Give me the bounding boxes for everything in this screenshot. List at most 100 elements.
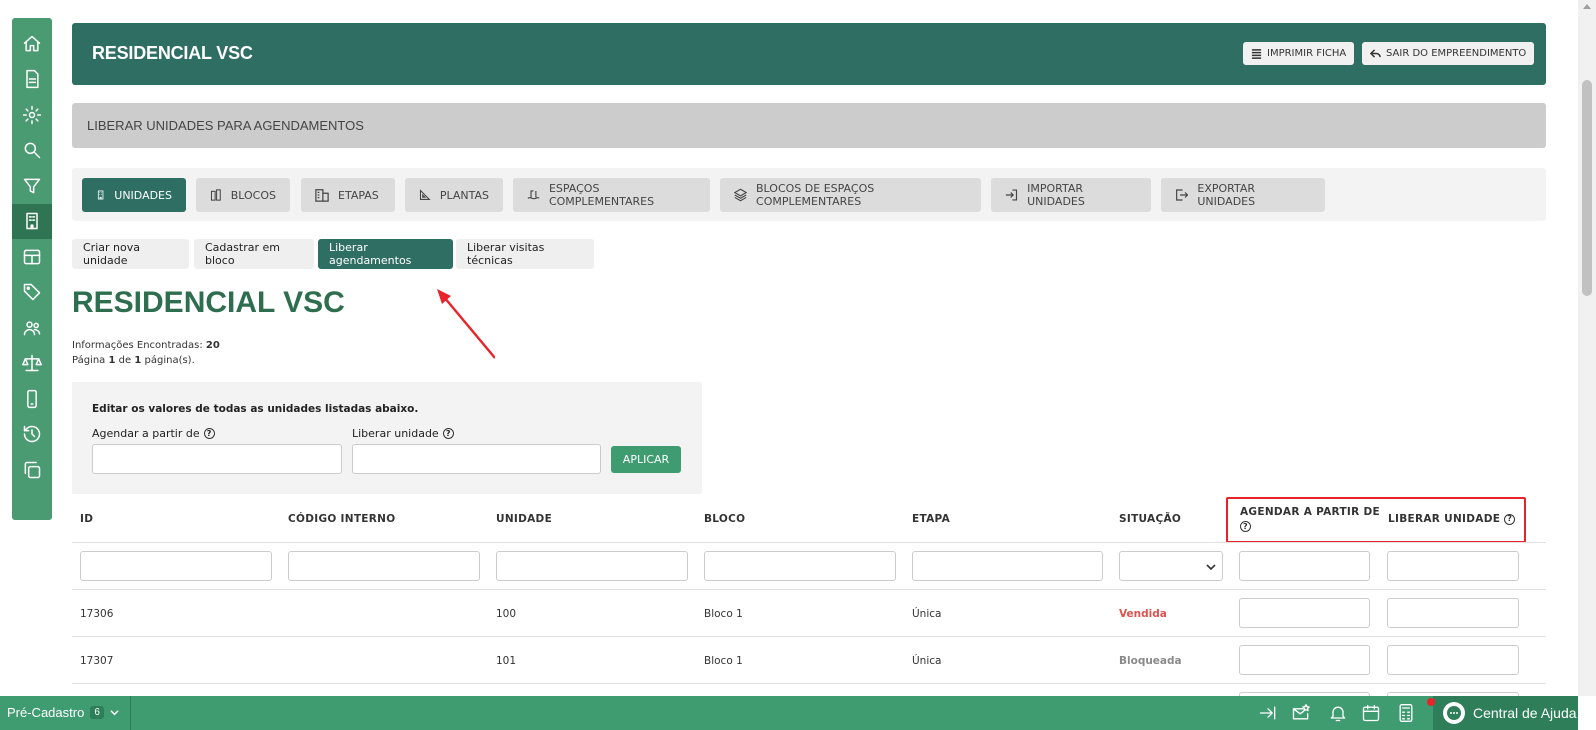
scale-icon[interactable] bbox=[12, 346, 52, 382]
section-title: LIBERAR UNIDADES PARA AGENDAMENTOS bbox=[87, 118, 364, 133]
bulk-edit-panel: Editar os valores de todas as unidades l… bbox=[72, 382, 702, 494]
home-icon[interactable] bbox=[12, 26, 52, 62]
scroll-up-icon[interactable] bbox=[1583, 4, 1591, 9]
filter-situacao-select[interactable] bbox=[1119, 551, 1223, 581]
tab-exportar-unidades[interactable]: EXPORTAR UNIDADES bbox=[1161, 178, 1325, 212]
history-icon[interactable] bbox=[12, 417, 52, 453]
page-title: RESIDENCIAL VSC bbox=[72, 286, 345, 319]
col-header-bloco: BLOCO bbox=[704, 513, 746, 525]
subtab-liberar-visitas-tecnicas[interactable]: Liberar visitas técnicas bbox=[456, 239, 594, 269]
tab-blocos-espacos-complementares[interactable]: BLOCOS DE ESPAÇOS COMPLEMENTARES bbox=[720, 178, 981, 212]
export-icon bbox=[1176, 189, 1189, 201]
import-icon bbox=[1005, 189, 1018, 201]
tabs-bar: UNIDADES BLOCOS ETAPAS PLANTAS ESPAÇOS C… bbox=[72, 168, 1546, 221]
tab-espacos-complementares[interactable]: ESPAÇOS COMPLEMENTARES bbox=[513, 178, 710, 212]
gear-icon[interactable] bbox=[12, 97, 52, 133]
project-header: RESIDENCIAL VSC IMPRIMIR FICHA SAIR DO E… bbox=[72, 23, 1546, 85]
reply-icon bbox=[1370, 49, 1381, 58]
search-icon[interactable] bbox=[12, 133, 52, 169]
help-icon[interactable]: ? bbox=[203, 428, 215, 439]
scroll-thumb[interactable] bbox=[1582, 80, 1592, 296]
sign-in-icon[interactable] bbox=[1258, 703, 1278, 723]
building-icon[interactable] bbox=[12, 203, 52, 239]
tab-plantas[interactable]: PLANTAS bbox=[405, 178, 503, 212]
tab-label: BLOCOS bbox=[230, 188, 276, 202]
col-header-situacao: SITUAÇÃO bbox=[1119, 513, 1182, 525]
results-value: 20 bbox=[205, 340, 220, 351]
exit-project-button[interactable]: SAIR DO EMPREENDIMENTO bbox=[1362, 42, 1535, 65]
bell-icon[interactable] bbox=[1328, 703, 1348, 723]
page-scrollbar[interactable] bbox=[1578, 0, 1596, 696]
apply-button[interactable]: APLICAR bbox=[611, 446, 681, 473]
tab-etapas[interactable]: ETAPAS bbox=[301, 178, 395, 212]
cell-bloco: Bloco 1 bbox=[704, 655, 743, 667]
subtab-criar-nova-unidade[interactable]: Criar nova unidade bbox=[72, 239, 189, 269]
subtab-liberar-agendamentos[interactable]: Liberar agendamentos bbox=[318, 239, 453, 269]
annotation-arrow bbox=[437, 289, 495, 359]
filter-id-input[interactable] bbox=[80, 551, 272, 581]
pagination-current: 1 bbox=[108, 355, 116, 366]
help-icon[interactable]: ? bbox=[442, 428, 454, 439]
pre-cadastro-label: Pré-Cadastro bbox=[7, 705, 85, 720]
tab-blocos[interactable]: BLOCOS bbox=[196, 178, 290, 212]
tab-label: ETAPAS bbox=[338, 188, 379, 202]
filter-codigo-input[interactable] bbox=[288, 551, 480, 581]
project-title: RESIDENCIAL VSC bbox=[92, 43, 253, 63]
tag-icon[interactable] bbox=[12, 275, 52, 311]
print-sheet-button[interactable]: IMPRIMIR FICHA bbox=[1243, 42, 1355, 65]
tab-label: UNIDADES bbox=[114, 188, 172, 202]
footer-bar: Pré-Cadastro 6 Central de Ajuda bbox=[0, 696, 1578, 730]
subtab-cadastrar-em-bloco[interactable]: Cadastrar em bloco bbox=[194, 239, 314, 269]
chevron-down-icon bbox=[110, 710, 119, 716]
divider bbox=[72, 636, 1546, 637]
bulk-schedule-from-input[interactable] bbox=[92, 444, 342, 474]
calculator-icon[interactable] bbox=[1396, 703, 1416, 723]
footer-divider bbox=[130, 696, 131, 730]
pagination-info: Página 1 de 1 página(s). bbox=[72, 355, 195, 366]
help-center-label: Central de Ajuda bbox=[1473, 705, 1577, 721]
filter-bloco-input[interactable] bbox=[704, 551, 896, 581]
divider bbox=[72, 542, 1546, 543]
row-release-unit-input[interactable] bbox=[1387, 598, 1519, 628]
tab-label: IMPORTAR UNIDADES bbox=[1027, 182, 1085, 208]
pre-cadastro-menu[interactable]: Pré-Cadastro 6 bbox=[7, 705, 119, 720]
copy-icon[interactable] bbox=[12, 452, 52, 488]
plans-icon bbox=[419, 189, 431, 200]
col-header-unidade: UNIDADE bbox=[496, 513, 553, 525]
table-icon[interactable] bbox=[12, 239, 52, 275]
pagination-suffix: página(s). bbox=[144, 355, 195, 366]
row-release-unit-input[interactable] bbox=[1387, 645, 1519, 675]
pagination-total: 1 bbox=[134, 355, 142, 366]
filter-unidade-input[interactable] bbox=[496, 551, 688, 581]
pool-icon bbox=[527, 190, 540, 200]
tab-label: ESPAÇOS COMPLEMENTARES bbox=[548, 182, 655, 208]
help-center-button[interactable]: Central de Ajuda bbox=[1427, 696, 1578, 730]
calendar-icon[interactable] bbox=[1361, 703, 1381, 723]
highlight-box bbox=[1226, 497, 1526, 543]
document-icon[interactable] bbox=[12, 62, 52, 98]
cell-bloco: Bloco 1 bbox=[704, 608, 743, 620]
tab-unidades[interactable]: UNIDADES bbox=[82, 178, 186, 212]
filter-agendar-input[interactable] bbox=[1239, 551, 1370, 581]
row-schedule-from-input[interactable] bbox=[1239, 645, 1370, 675]
bulk-release-unit-input[interactable] bbox=[352, 444, 601, 474]
pagination-prefix: Página bbox=[72, 355, 106, 366]
layers-icon bbox=[734, 188, 748, 202]
tab-label: EXPORTAR UNIDADES bbox=[1197, 182, 1256, 208]
col-header-etapa: ETAPA bbox=[912, 513, 951, 525]
cell-etapa: Única bbox=[912, 608, 942, 620]
filter-icon[interactable] bbox=[12, 168, 52, 204]
tab-importar-unidades[interactable]: IMPORTAR UNIDADES bbox=[991, 178, 1151, 212]
schedule-from-label: Agendar a partir de ? bbox=[92, 427, 215, 440]
mail-star-icon[interactable] bbox=[1291, 703, 1311, 723]
row-schedule-from-input[interactable] bbox=[1239, 598, 1370, 628]
cell-unidade: 101 bbox=[496, 655, 517, 667]
mobile-icon[interactable] bbox=[12, 381, 52, 417]
pagination-of: de bbox=[118, 355, 132, 366]
building-icon bbox=[97, 190, 104, 200]
divider bbox=[72, 683, 1546, 684]
users-icon[interactable] bbox=[12, 310, 52, 346]
filter-etapa-input[interactable] bbox=[912, 551, 1103, 581]
filter-liberar-input[interactable] bbox=[1387, 551, 1519, 581]
blocks-icon bbox=[210, 189, 221, 201]
